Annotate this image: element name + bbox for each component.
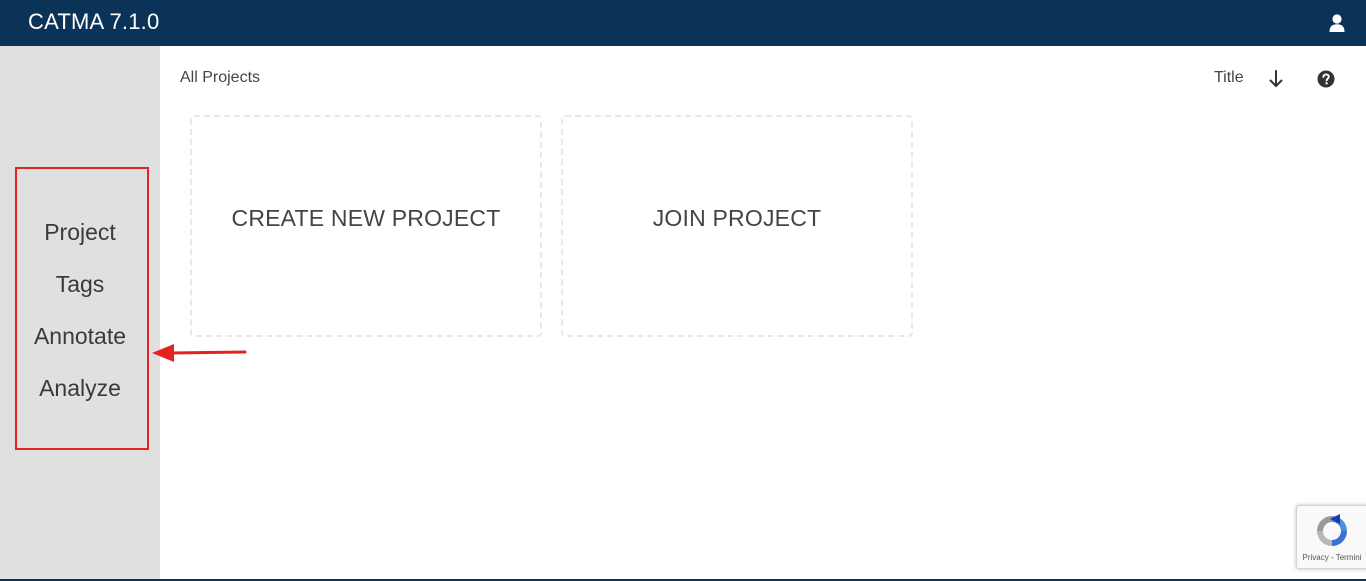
sidebar-item-annotate[interactable]: Annotate [0, 323, 160, 350]
arrow-down-icon[interactable] [1266, 68, 1286, 90]
user-icon[interactable] [1324, 11, 1350, 35]
sidebar: Project Tags Annotate Analyze [0, 46, 160, 579]
recaptcha-icon [1317, 514, 1347, 546]
sidebar-item-analyze[interactable]: Analyze [0, 375, 160, 402]
question-circle-icon[interactable] [1316, 69, 1336, 89]
recaptcha-text[interactable]: Privacy - Termini [1297, 553, 1366, 562]
annotation-arrow [152, 344, 247, 362]
create-new-project-card[interactable]: CREATE NEW PROJECT [190, 115, 542, 337]
create-new-project-label: CREATE NEW PROJECT [231, 204, 501, 231]
sort-label[interactable]: Title [1214, 69, 1244, 87]
sidebar-item-tags[interactable]: Tags [0, 271, 160, 298]
sidebar-item-project[interactable]: Project [0, 219, 160, 246]
recaptcha-badge[interactable]: Privacy - Termini [1296, 505, 1366, 569]
app-title: CATMA 7.1.0 [28, 9, 160, 34]
top-bar: CATMA 7.1.0 [0, 0, 1366, 46]
breadcrumb: All Projects [180, 69, 261, 86]
join-project-label: JOIN PROJECT [652, 204, 822, 231]
join-project-card[interactable]: JOIN PROJECT [561, 115, 913, 337]
